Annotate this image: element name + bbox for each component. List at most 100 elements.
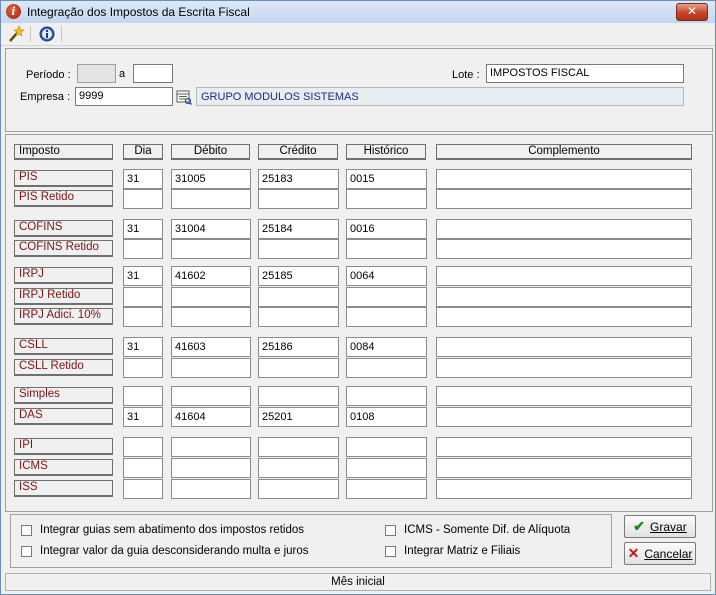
complemento-input[interactable] [436,307,692,327]
complemento-input[interactable] [436,437,692,457]
option-matriz-filiais[interactable]: Integrar Matriz e Filiais [385,545,520,557]
checkbox[interactable] [385,545,396,557]
dia-input[interactable] [123,189,163,209]
debito-input[interactable]: 41604 [171,407,251,427]
info-icon: i [6,4,21,19]
credito-input[interactable] [258,307,339,327]
credito-input[interactable]: 25186 [258,337,339,357]
historico-input[interactable] [346,358,427,378]
complemento-input[interactable] [436,239,692,259]
debito-input[interactable] [171,458,251,478]
dia-input[interactable] [123,479,163,499]
lote-label: Lote : [452,69,480,81]
historico-input[interactable] [346,307,427,327]
debito-input[interactable] [171,189,251,209]
option-desconsiderar-multa[interactable]: Integrar valor da guia desconsiderando m… [21,545,309,557]
cancelar-button[interactable]: ✕ Cancelar [624,542,696,565]
dia-input[interactable]: 31 [123,407,163,427]
dia-input[interactable]: 31 [123,169,163,189]
credito-input[interactable] [258,458,339,478]
historico-input[interactable] [346,458,427,478]
empresa-input[interactable]: 9999 [75,87,173,106]
gravar-button[interactable]: ✔ Gravar [624,515,696,538]
historico-input[interactable]: 0016 [346,219,427,239]
debito-input[interactable] [171,239,251,259]
credito-input[interactable]: 25201 [258,407,339,427]
col-header-dia: Dia [123,144,163,160]
credito-input[interactable] [258,287,339,307]
dia-input[interactable] [123,437,163,457]
col-header-imposto: Imposto [14,144,113,160]
status-bar: Mês inicial [5,573,711,591]
complemento-input[interactable] [436,266,692,286]
complemento-input[interactable] [436,458,692,478]
checkbox[interactable] [385,524,396,536]
debito-input[interactable]: 41602 [171,266,251,286]
debito-input[interactable]: 31005 [171,169,251,189]
credito-input[interactable] [258,189,339,209]
complemento-input[interactable] [436,287,692,307]
credito-input[interactable]: 25183 [258,169,339,189]
dia-input[interactable] [123,386,163,406]
historico-input[interactable] [346,437,427,457]
help-button[interactable] [36,24,58,44]
dia-input[interactable]: 31 [123,337,163,357]
checkbox[interactable] [21,524,32,536]
historico-input[interactable] [346,386,427,406]
main-window: i Integração dos Impostos da Escrita Fis… [0,0,716,595]
debito-input[interactable]: 41603 [171,337,251,357]
col-header-complemento: Complemento [436,144,692,160]
complemento-input[interactable] [436,189,692,209]
option-sem-abatimento[interactable]: Integrar guias sem abatimento dos impost… [21,524,304,536]
tax-row-label: ICMS [14,459,113,476]
dia-input[interactable] [123,287,163,307]
historico-input[interactable] [346,189,427,209]
option-icms-dif-aliquota[interactable]: ICMS - Somente Dif. de Alíquota [385,524,570,536]
debito-input[interactable] [171,479,251,499]
dia-input[interactable] [123,239,163,259]
historico-input[interactable] [346,479,427,499]
checkbox[interactable] [21,545,32,557]
credito-input[interactable]: 25185 [258,266,339,286]
empresa-lookup-button[interactable] [176,89,192,105]
lote-input[interactable]: IMPOSTOS FISCAL [486,64,684,83]
dia-input[interactable] [123,458,163,478]
historico-input[interactable]: 0064 [346,266,427,286]
option-label: ICMS - Somente Dif. de Alíquota [404,524,571,536]
dia-input[interactable]: 31 [123,219,163,239]
debito-input[interactable] [171,386,251,406]
complemento-input[interactable] [436,358,692,378]
periodo-to-input[interactable] [133,64,173,83]
execute-wand-button[interactable] [5,24,27,44]
col-header-historico: Histórico [346,144,426,160]
complemento-input[interactable] [436,479,692,499]
complemento-input[interactable] [436,219,692,239]
debito-input[interactable] [171,358,251,378]
credito-input[interactable] [258,437,339,457]
credito-input[interactable] [258,239,339,259]
credito-input[interactable] [258,386,339,406]
credito-input[interactable]: 25184 [258,219,339,239]
historico-input[interactable] [346,287,427,307]
dia-input[interactable]: 31 [123,266,163,286]
credito-input[interactable] [258,358,339,378]
periodo-from-input[interactable] [77,64,116,83]
complemento-input[interactable] [436,386,692,406]
historico-input[interactable]: 0015 [346,169,427,189]
debito-input[interactable] [171,307,251,327]
tax-grid-panel: Imposto Dia Débito Crédito Histórico Com… [5,134,713,512]
debito-input[interactable] [171,287,251,307]
debito-input[interactable] [171,437,251,457]
complemento-input[interactable] [436,169,692,189]
credito-input[interactable] [258,479,339,499]
complemento-input[interactable] [436,407,692,427]
dia-input[interactable] [123,358,163,378]
historico-input[interactable]: 0084 [346,337,427,357]
close-button[interactable]: ✕ [676,3,708,21]
dia-input[interactable] [123,307,163,327]
complemento-input[interactable] [436,337,692,357]
historico-input[interactable]: 0108 [346,407,427,427]
historico-input[interactable] [346,239,427,259]
col-header-debito: Débito [171,144,250,160]
debito-input[interactable]: 31004 [171,219,251,239]
